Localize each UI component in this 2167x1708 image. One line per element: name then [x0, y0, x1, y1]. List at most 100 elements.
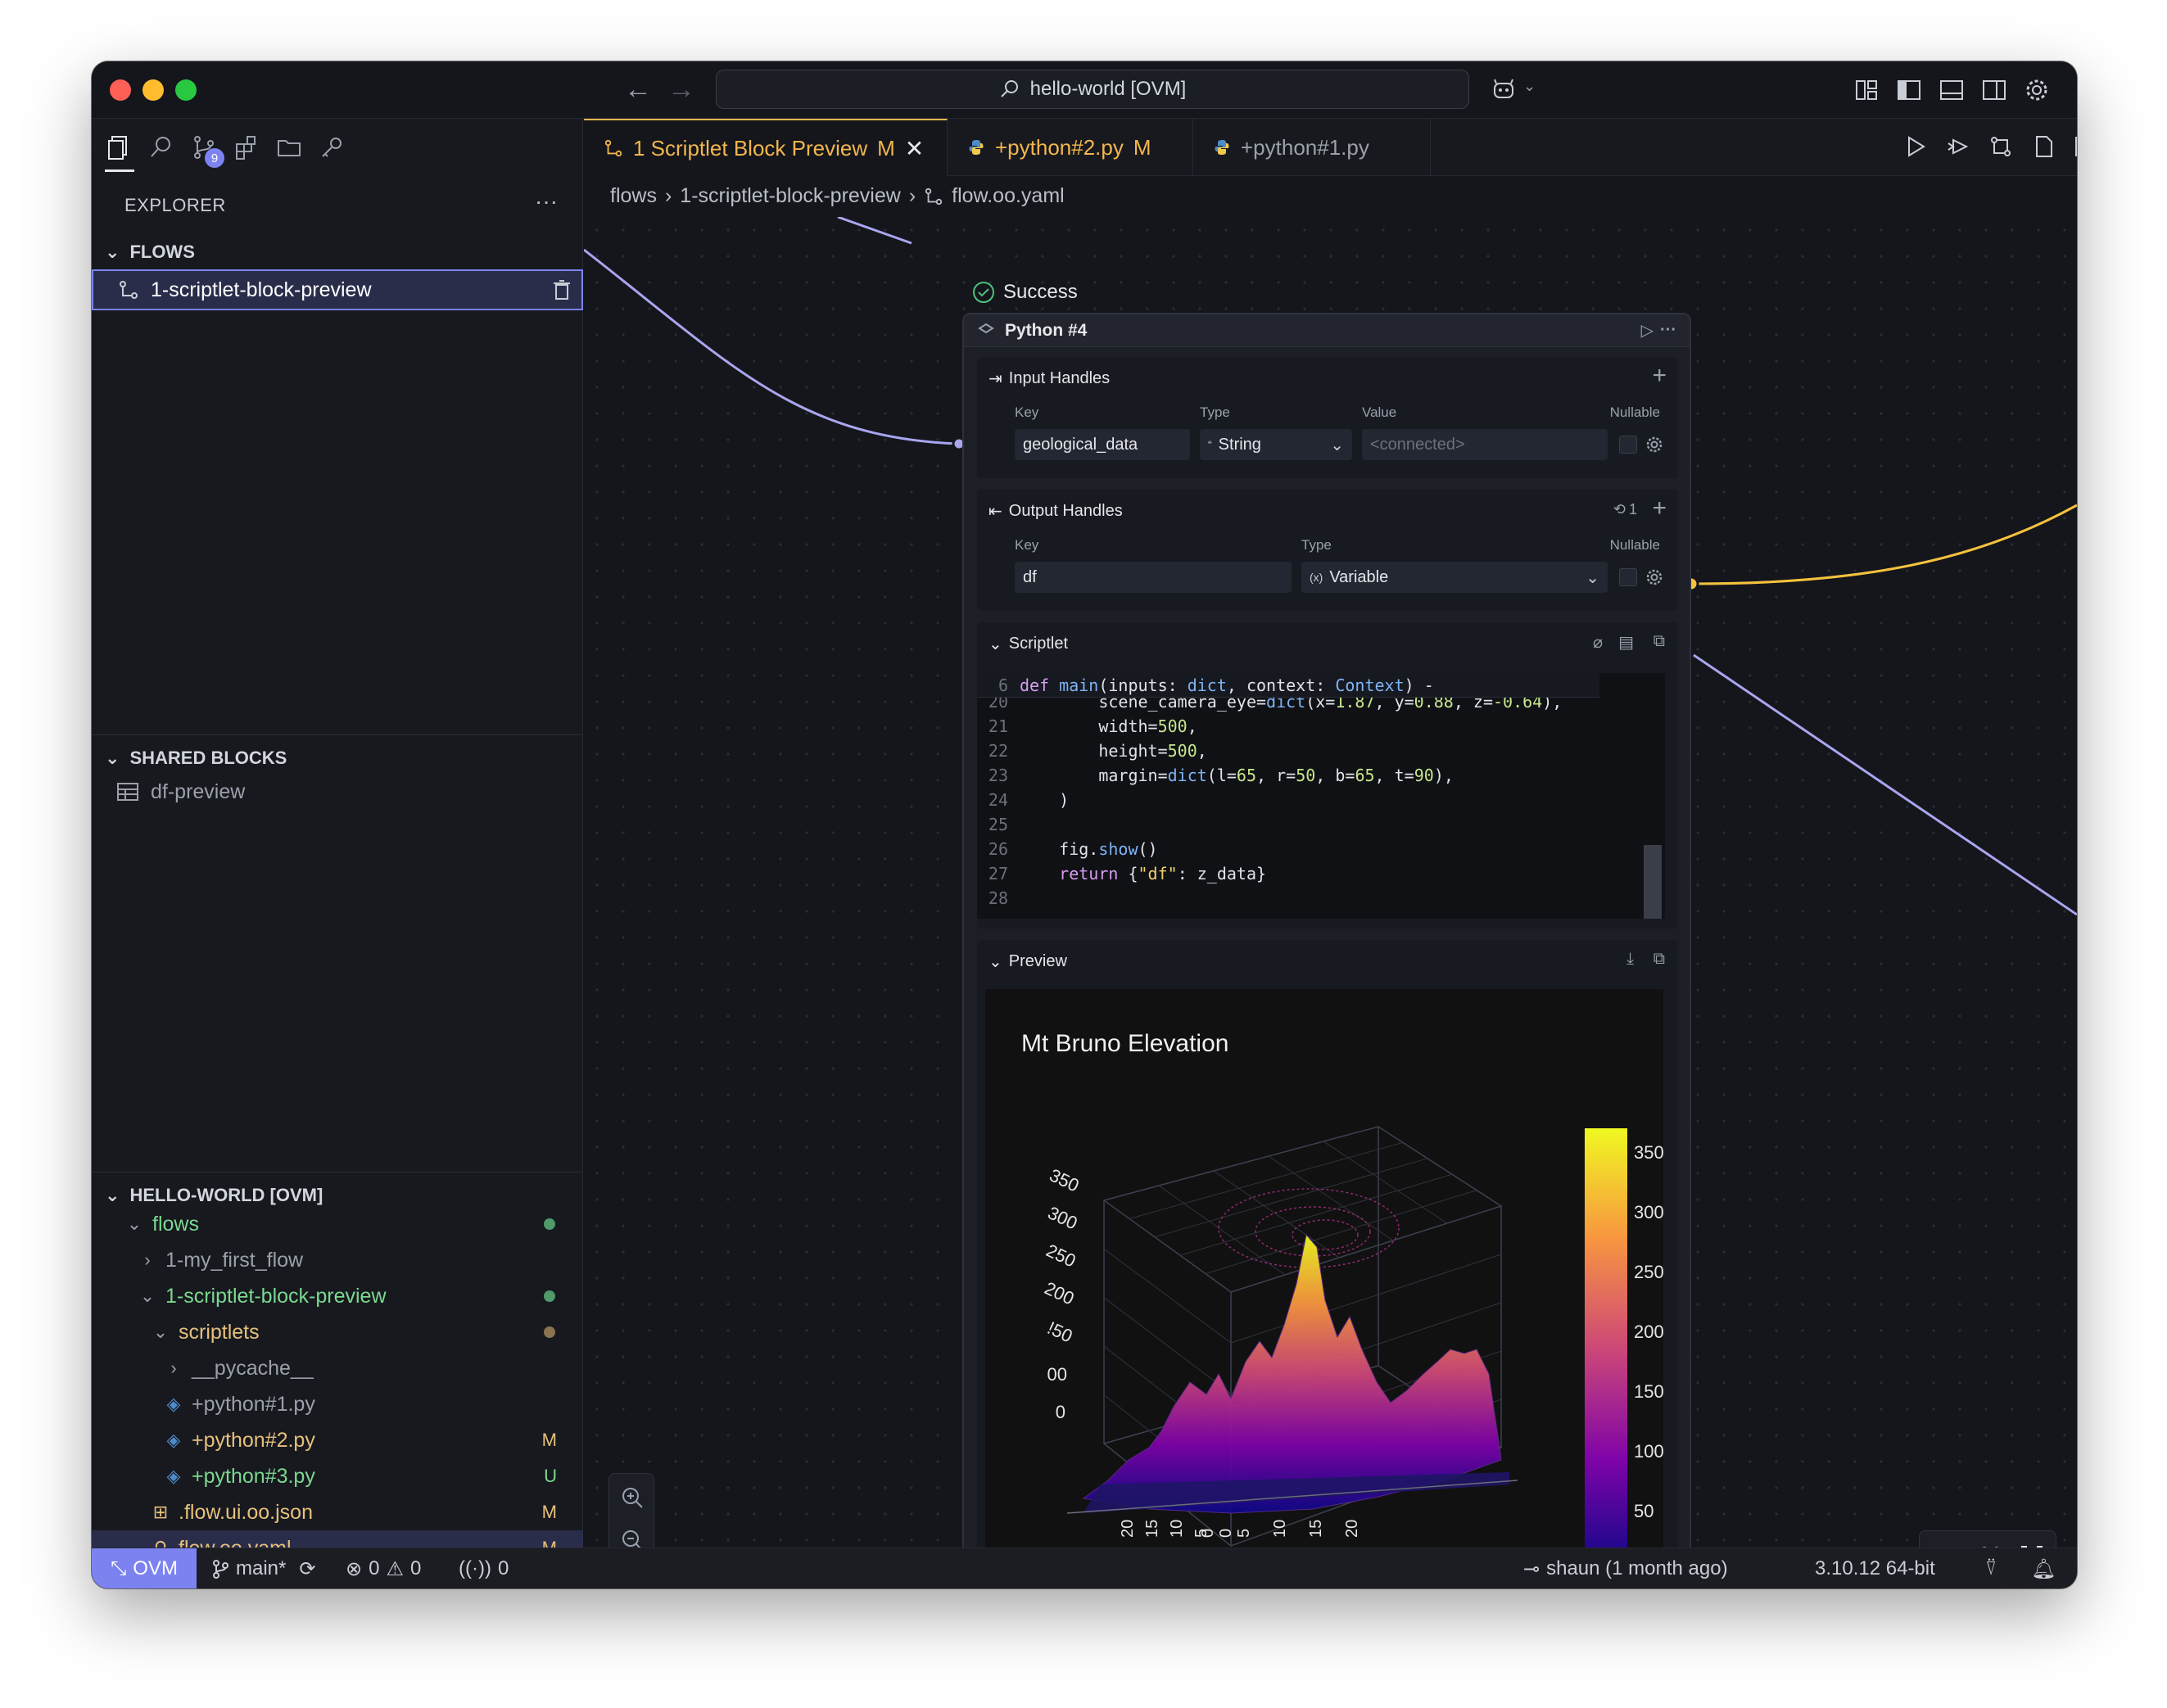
settings-gear-icon[interactable] — [2023, 76, 2051, 104]
handle-settings-gear-icon[interactable] — [1645, 568, 1663, 586]
code-scrollbar[interactable] — [1644, 845, 1662, 919]
maximize-window-button[interactable] — [175, 79, 197, 101]
col-type: Type — [1301, 537, 1332, 553]
extensions-icon[interactable] — [233, 133, 260, 161]
close-window-button[interactable] — [110, 79, 131, 101]
code-line: 24 ) — [988, 790, 1070, 810]
y-tick-label: 15 — [1307, 1520, 1325, 1538]
tree-item[interactable]: ◈ +python#2.py M — [92, 1422, 583, 1458]
input-key-field[interactable]: geological_data — [1015, 429, 1190, 460]
breadcrumb-item[interactable]: flow.oo.yaml — [952, 184, 1065, 208]
forward-arrow-icon[interactable]: → — [667, 73, 695, 106]
grid-line — [1103, 1248, 1232, 1344]
git-status-badge: U — [544, 1466, 557, 1486]
sync-icon[interactable]: ⟳ — [299, 1557, 315, 1581]
source-control-icon[interactable]: 9 — [190, 133, 224, 168]
sticky-scroll-line: 6 def main(inputs: dict, context: Context… — [977, 673, 1599, 698]
output-history[interactable]: ⟲ 1 — [1613, 501, 1637, 518]
input-value-field[interactable]: <connected> — [1362, 429, 1608, 460]
zoom-out-icon[interactable] — [620, 1528, 645, 1548]
add-input-handle-button[interactable]: + — [1652, 362, 1667, 390]
run-to-here-icon[interactable] — [1945, 133, 1971, 160]
open-external-icon[interactable]: ⧉ — [1654, 632, 1665, 651]
editor-area: 1 Scriptlet Block Preview M ✕ +python#2.… — [584, 119, 2077, 1548]
chevron-down-icon[interactable]: ⌄ — [1523, 78, 1536, 95]
input-type-select[interactable]: “ String ⌄ — [1200, 429, 1352, 460]
docs-icon[interactable]: ▤ — [1618, 632, 1634, 653]
git-blame[interactable]: ⊸ shaun (1 month ago) — [1523, 1548, 1728, 1588]
node-header[interactable]: Python #4 ▷ ··· — [964, 314, 1690, 347]
handle-settings-gear-icon[interactable] — [1645, 436, 1663, 454]
nullable-checkbox[interactable] — [1619, 436, 1637, 454]
tab-python-1[interactable]: +python#1.py — [1193, 119, 1431, 176]
nullable-checkbox[interactable] — [1619, 568, 1637, 586]
flow-canvas[interactable]: Success Python #4 ▷ ··· ⇥ Input Handles … — [584, 217, 2077, 1548]
explorer-files-icon[interactable] — [105, 133, 133, 161]
toggle-panel-icon[interactable] — [1938, 76, 1966, 104]
command-center[interactable]: hello-world [OVM] — [716, 70, 1469, 109]
flows-section-header[interactable]: ⌄ FLOWS — [105, 242, 195, 263]
git-branch-icon — [213, 1560, 228, 1579]
shared-block-item[interactable]: df-preview — [92, 774, 583, 810]
workspace-section-header[interactable]: ⌄ HELLO-WORLD [OVM] — [105, 1185, 323, 1206]
tab-python-2[interactable]: +python#2.py M — [948, 119, 1193, 176]
tree-item[interactable]: ⌄ scriptlets — [92, 1314, 583, 1350]
key-icon[interactable] — [318, 133, 346, 161]
customize-layout-icon[interactable] — [1853, 76, 1880, 104]
add-output-handle-button[interactable]: + — [1652, 495, 1667, 522]
explorer-more-button[interactable]: ··· — [535, 188, 558, 215]
toggle-primary-sidebar-icon[interactable] — [1895, 76, 1923, 104]
run-node-icon[interactable]: ▷ — [1641, 320, 1654, 341]
tree-item[interactable]: › 1-my_first_flow — [92, 1242, 583, 1278]
search-icon[interactable] — [147, 133, 175, 161]
toggle-secondary-sidebar-icon[interactable] — [1980, 76, 2008, 104]
copilot-icon[interactable] — [1491, 76, 1518, 104]
tree-item[interactable]: ◈ +python#1.py — [92, 1386, 583, 1422]
tree-item[interactable]: ⌄ 1-scriptlet-block-preview — [92, 1278, 583, 1314]
grid-line — [1154, 1158, 1428, 1238]
problems-indicator[interactable]: ⊗ 0 ⚠ 0 — [346, 1548, 421, 1588]
tree-item-label: +python#3.py — [192, 1464, 315, 1488]
surface-mesh — [1082, 1233, 1502, 1514]
colorbar-tick-label: 350 — [1634, 1142, 1663, 1163]
tab-scriptlet-block-preview[interactable]: 1 Scriptlet Block Preview M ✕ — [584, 119, 948, 176]
python-interpreter[interactable]: 3.10.12 64-bit — [1815, 1548, 1935, 1588]
ports-indicator[interactable]: ((·)) 0 — [459, 1548, 509, 1588]
scriptlet-title[interactable]: ⌄ Scriptlet — [988, 634, 1068, 654]
flow-item[interactable]: 1-scriptlet-block-preview — [92, 269, 583, 310]
branch-indicator[interactable]: main* ⟳ — [211, 1548, 315, 1588]
output-type-select[interactable]: (x) Variable ⌄ — [1301, 562, 1608, 593]
chevron-down-icon: ⌄ — [105, 1185, 120, 1205]
zoom-in-icon[interactable] — [620, 1485, 645, 1510]
attach-icon[interactable]: ⌀ — [1593, 632, 1603, 653]
open-external-icon[interactable]: ⧉ — [1654, 950, 1665, 969]
copilot-status-icon[interactable]: ⍢ — [1985, 1548, 1997, 1588]
code-line: 21 width=500, — [988, 716, 1197, 736]
tree-item[interactable]: › __pycache__ — [92, 1350, 583, 1386]
notifications-bell-icon[interactable]: 🔔︎ — [2031, 1548, 2056, 1588]
breadcrumb-item[interactable]: flows — [610, 184, 657, 208]
download-icon[interactable]: ⤓ — [1626, 950, 1634, 969]
close-tab-icon[interactable]: ✕ — [905, 135, 924, 162]
folder-icon[interactable] — [275, 133, 303, 161]
python-node[interactable]: Python #4 ▷ ··· ⇥ Input Handles + Key Ty… — [962, 313, 1691, 1548]
colorbar — [1585, 1128, 1627, 1548]
back-arrow-icon[interactable]: ← — [624, 73, 652, 106]
grid-line — [1103, 1297, 1232, 1394]
preview-title[interactable]: ⌄ Preview — [988, 951, 1067, 972]
breadcrumb-item[interactable]: 1-scriptlet-block-preview — [680, 184, 901, 208]
open-file-icon[interactable] — [2030, 133, 2056, 160]
tree-item[interactable]: ⊞ .flow.ui.oo.json M — [92, 1494, 583, 1530]
minimize-window-button[interactable] — [143, 79, 164, 101]
remote-indicator[interactable]: ⤡ OVM — [92, 1548, 197, 1588]
output-key-field[interactable]: df — [1015, 562, 1292, 593]
tree-item[interactable]: ⌄ flows — [92, 1206, 583, 1242]
shared-blocks-section-header[interactable]: ⌄ SHARED BLOCKS — [105, 748, 287, 769]
compare-changes-icon[interactable] — [1988, 133, 2014, 160]
tree-item[interactable]: ◈ +python#3.py U — [92, 1458, 583, 1494]
trash-icon[interactable] — [552, 279, 572, 300]
code-editor[interactable]: 6 def main(inputs: dict, context: Context… — [977, 673, 1665, 919]
split-editor-icon[interactable] — [2073, 133, 2077, 160]
node-more-button[interactable]: ··· — [1660, 321, 1676, 340]
run-icon[interactable] — [1902, 133, 1929, 160]
